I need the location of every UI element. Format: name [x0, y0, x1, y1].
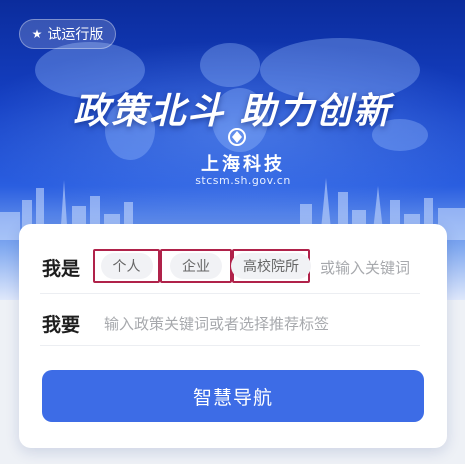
policy-keyword-input[interactable]: 输入政策关键词或者选择推荐标签: [104, 313, 329, 334]
option-university-label: 高校院所: [231, 253, 311, 279]
option-individual-label: 个人: [100, 253, 153, 279]
option-university[interactable]: 高校院所: [231, 249, 311, 283]
identity-keyword-input[interactable]: 或输入关键词: [320, 257, 410, 278]
option-enterprise-label: 企业: [170, 253, 222, 279]
trial-version-badge: ★ 试运行版: [19, 19, 116, 49]
row-divider: [40, 293, 420, 294]
identity-label: 我是: [42, 258, 81, 280]
smart-navigation-button[interactable]: 智慧导航: [42, 370, 424, 422]
option-enterprise[interactable]: 企业: [160, 249, 232, 283]
badge-label: 试运行版: [47, 27, 104, 43]
star-icon: ★: [31, 27, 43, 41]
row-divider: [40, 345, 420, 346]
need-label: 我要: [42, 314, 81, 336]
option-individual[interactable]: 个人: [93, 249, 160, 283]
logo-icon: [228, 128, 246, 146]
